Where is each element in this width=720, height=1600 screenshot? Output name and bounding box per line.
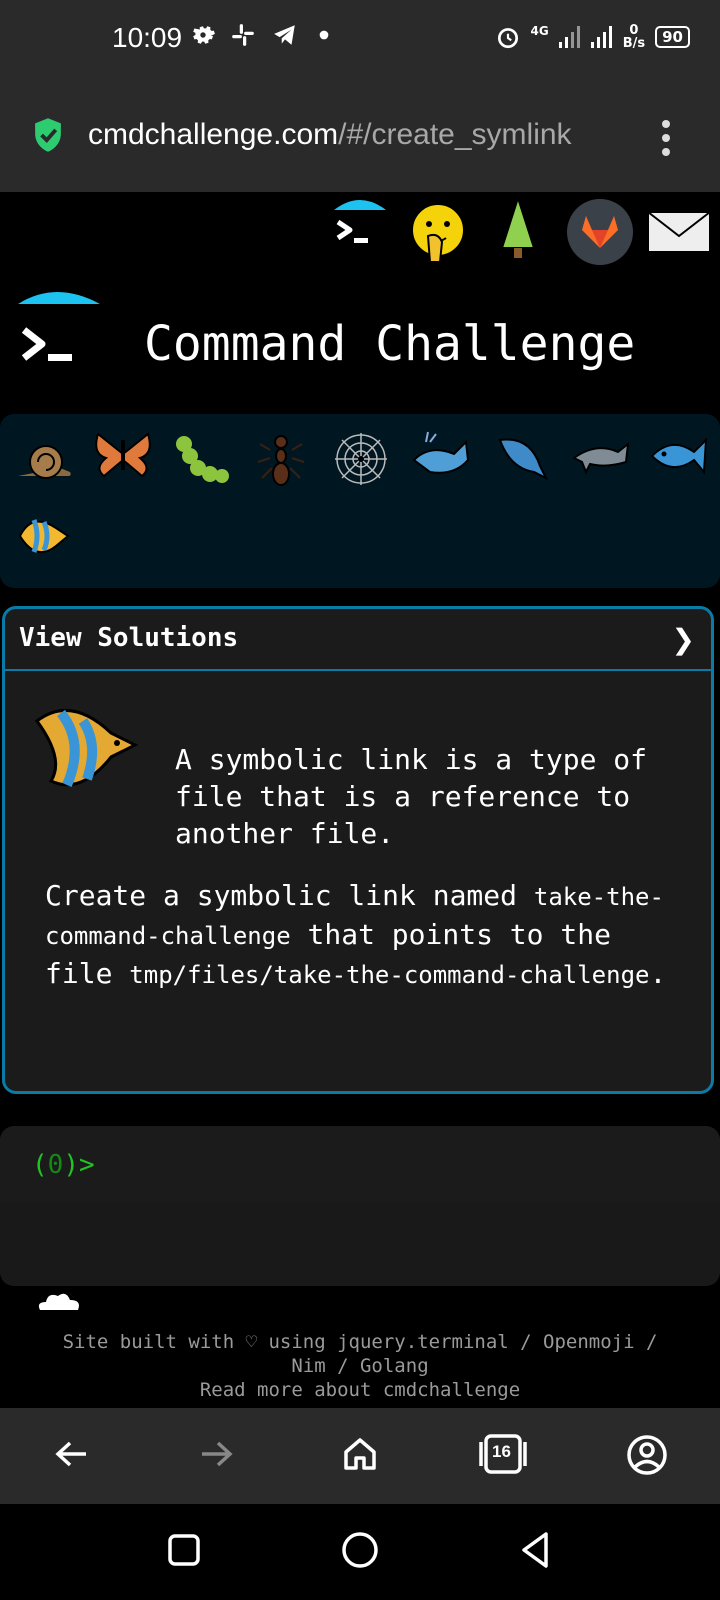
task-text: Create a symbolic link named bbox=[45, 879, 534, 912]
butterfly-icon[interactable] bbox=[92, 424, 154, 486]
overflow-menu-icon[interactable] bbox=[662, 120, 672, 162]
status-left-icons bbox=[190, 22, 334, 48]
site-logo-icon bbox=[16, 290, 106, 380]
signal-icon bbox=[590, 26, 612, 48]
challenge-task: Create a symbolic link named take-the-co… bbox=[45, 877, 685, 994]
caterpillar-icon[interactable] bbox=[170, 428, 232, 490]
prompt-counter: 0 bbox=[47, 1150, 64, 1180]
url-bar[interactable]: cmdchallenge.com/#/create_symlink bbox=[0, 84, 720, 192]
data-rate: 0 B/s bbox=[622, 23, 646, 51]
view-solutions-label: View Solutions bbox=[19, 623, 239, 653]
shield-check-icon[interactable] bbox=[32, 117, 64, 153]
spouting-whale-icon[interactable] bbox=[490, 426, 552, 488]
mail-icon[interactable] bbox=[646, 210, 712, 258]
cloud-icon bbox=[36, 1290, 82, 1316]
alarm-icon bbox=[497, 28, 518, 49]
tab-count: 16 bbox=[492, 1442, 511, 1461]
tropical-fish-icon bbox=[31, 699, 141, 799]
ant-icon[interactable] bbox=[250, 428, 312, 490]
gear-icon bbox=[193, 26, 215, 44]
status-right-icons: 4G 0 B/s 90 bbox=[495, 24, 690, 50]
challenge-panel: View Solutions ❯ A symbolic link is a ty… bbox=[2, 606, 714, 1094]
battery-indicator: 90 bbox=[655, 26, 690, 48]
tabs-icon[interactable]: 16 bbox=[478, 1432, 528, 1480]
shush-face-icon[interactable] bbox=[410, 202, 466, 270]
tropical-fish-icon[interactable] bbox=[12, 506, 74, 568]
status-bar: 10:09 4G 0 B/s 90 bbox=[0, 0, 720, 84]
system-navigation bbox=[0, 1504, 720, 1600]
footer-read-more-link[interactable]: Read more about cmdchallenge bbox=[0, 1378, 720, 1402]
footer-credits-line2[interactable]: Nim / Golang bbox=[0, 1354, 720, 1378]
dolphin-icon[interactable] bbox=[570, 428, 632, 490]
network-type: 4G bbox=[530, 24, 549, 38]
terminal-input[interactable] bbox=[0, 1202, 720, 1286]
back-icon[interactable] bbox=[52, 1434, 92, 1478]
telegram-icon bbox=[274, 25, 295, 45]
status-time: 10:09 bbox=[112, 22, 183, 53]
footer: Site built with ♡ using jquery.terminal … bbox=[0, 1330, 720, 1402]
account-icon[interactable] bbox=[626, 1434, 668, 1480]
level-strip bbox=[0, 414, 720, 588]
footer-credits-line1[interactable]: Site built with ♡ using jquery.terminal … bbox=[0, 1330, 720, 1354]
terminal-icon[interactable] bbox=[332, 196, 388, 260]
page-title: Command Challenge bbox=[144, 316, 636, 372]
url-text[interactable]: cmdchallenge.com/#/create_symlink bbox=[88, 118, 572, 152]
fish-icon[interactable] bbox=[648, 424, 710, 486]
home-circle-icon[interactable] bbox=[340, 1530, 380, 1574]
snail-icon[interactable] bbox=[12, 428, 74, 490]
forward-icon[interactable] bbox=[196, 1434, 236, 1478]
recents-icon[interactable] bbox=[166, 1530, 202, 1574]
back-triangle-icon[interactable] bbox=[516, 1530, 556, 1574]
gitlab-icon[interactable] bbox=[566, 198, 634, 270]
home-icon[interactable] bbox=[340, 1434, 380, 1478]
chevron-right-icon: ❯ bbox=[671, 623, 695, 656]
task-text: . bbox=[649, 957, 667, 990]
spiderweb-icon[interactable] bbox=[330, 428, 392, 490]
whale-icon[interactable] bbox=[410, 424, 472, 486]
header-icons bbox=[0, 194, 720, 272]
terminal[interactable]: (0)> bbox=[0, 1126, 720, 1286]
url-path: /#/create_symlink bbox=[338, 118, 572, 151]
slack-icon bbox=[232, 24, 254, 46]
url-domain: cmdchallenge.com bbox=[88, 118, 339, 151]
terminal-prompt: (0)> bbox=[32, 1150, 95, 1180]
signal-icon bbox=[558, 26, 580, 48]
dot-icon bbox=[319, 30, 329, 40]
challenge-description: A symbolic link is a type of file that i… bbox=[175, 743, 648, 850]
tree-icon[interactable] bbox=[494, 194, 542, 264]
view-solutions-toggle[interactable]: View Solutions ❯ bbox=[5, 609, 711, 671]
browser-toolbar: 16 bbox=[0, 1408, 720, 1504]
task-code-target-path: tmp/files/take-the-command-challenge bbox=[129, 961, 650, 989]
